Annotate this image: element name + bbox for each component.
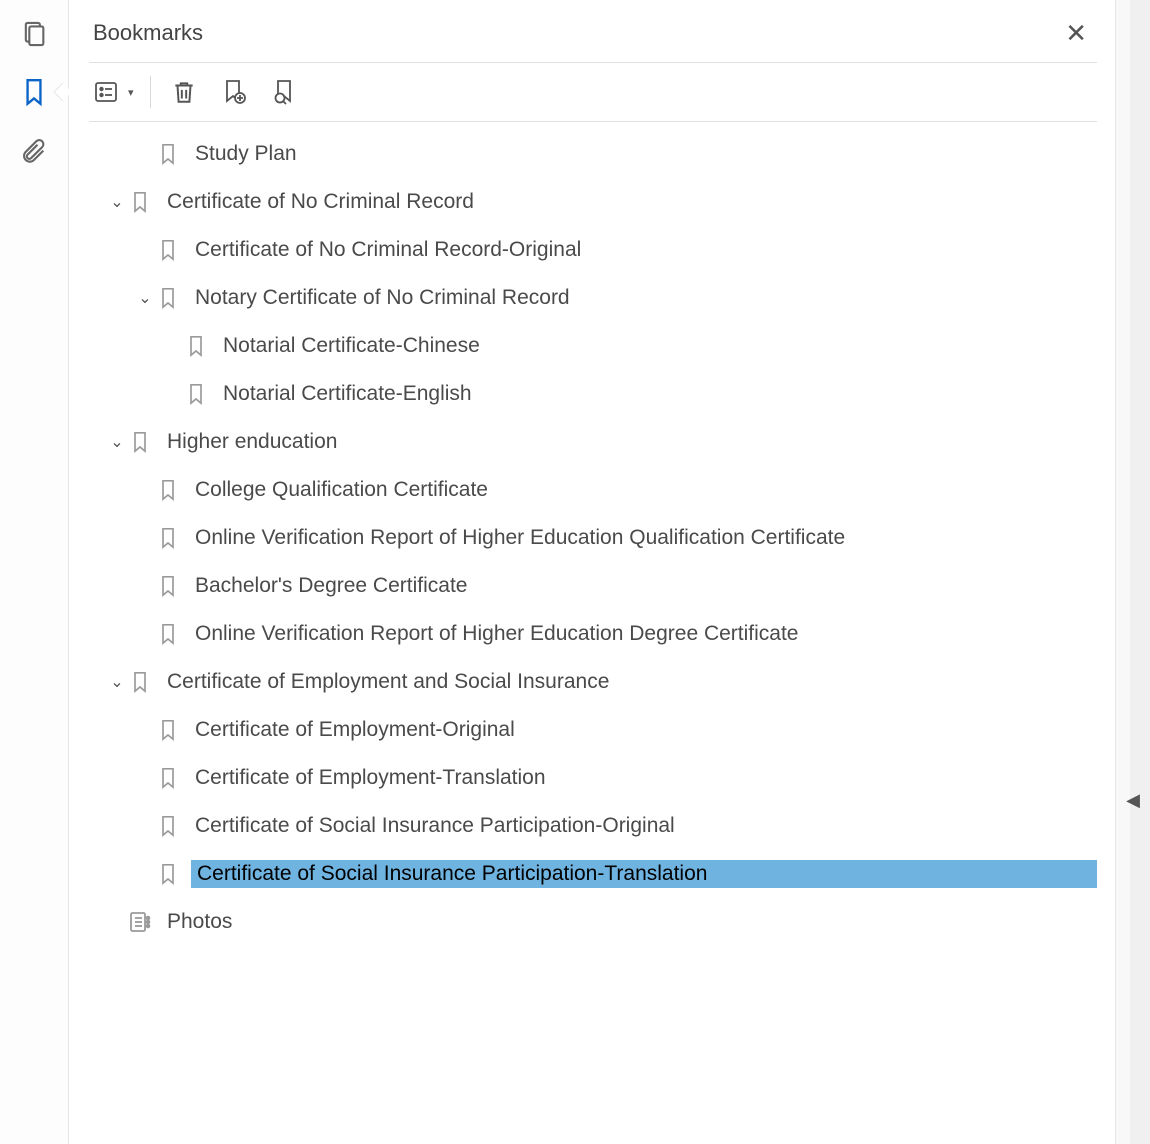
bookmark-label[interactable]: Certificate of Employment and Social Ins…	[163, 668, 613, 696]
panel-toolbar: ▾	[89, 63, 1097, 122]
bookmark-ribbon-icon	[183, 381, 209, 407]
bookmark-item[interactable]: Notarial Certificate-English	[89, 370, 1097, 418]
bookmark-label[interactable]: Certificate of Employment-Original	[191, 716, 519, 744]
side-tool-strip	[0, 0, 69, 1144]
bookmark-label[interactable]: Certificate of No Criminal Record-Origin…	[191, 236, 585, 264]
attachments-tool[interactable]	[18, 134, 50, 166]
bookmark-item[interactable]: Online Verification Report of Higher Edu…	[89, 514, 1097, 562]
right-gutter: ◀	[1115, 0, 1150, 1144]
bookmark-item[interactable]: Certificate of Employment-Translation	[89, 754, 1097, 802]
bookmark-label[interactable]: Notarial Certificate-Chinese	[219, 332, 484, 360]
bookmark-item[interactable]: Bachelor's Degree Certificate	[89, 562, 1097, 610]
expand-chevron-icon[interactable]: ⌄	[107, 192, 127, 212]
bookmark-label[interactable]: Study Plan	[191, 140, 301, 168]
bookmark-item[interactable]: Online Verification Report of Higher Edu…	[89, 610, 1097, 658]
bookmark-options-button[interactable]: ▾	[95, 75, 134, 109]
bookmark-item[interactable]: Photos	[89, 898, 1097, 946]
panel-header: Bookmarks ✕	[89, 14, 1097, 63]
expand-chevron-icon[interactable]: ⌄	[107, 672, 127, 692]
bookmark-label[interactable]: Certificate of Employment-Translation	[191, 764, 550, 792]
collapse-panel-button[interactable]: ◀	[1126, 790, 1140, 811]
bookmark-label[interactable]: Notarial Certificate-English	[219, 380, 476, 408]
expand-chevron-icon[interactable]: ⌄	[107, 432, 127, 452]
bookmark-ribbon-icon	[155, 285, 181, 311]
bookmark-ribbon-icon	[155, 717, 181, 743]
bookmark-ribbon-icon	[127, 429, 153, 455]
bookmark-item[interactable]: Certificate of Employment-Original	[89, 706, 1097, 754]
bookmark-item[interactable]: ⌄ Higher enducation	[89, 418, 1097, 466]
panel-title: Bookmarks	[93, 20, 203, 46]
bookmark-ribbon-icon	[127, 189, 153, 215]
bookmark-item[interactable]: Certificate of No Criminal Record-Origin…	[89, 226, 1097, 274]
bookmark-ribbon-icon	[155, 237, 181, 263]
bookmark-label[interactable]: Notary Certificate of No Criminal Record	[191, 284, 574, 312]
bookmark-ribbon-icon	[183, 333, 209, 359]
thumbnails-tool[interactable]	[18, 18, 50, 50]
bookmarks-tool[interactable]	[18, 76, 50, 108]
bookmark-label[interactable]: Certificate of Social Insurance Particip…	[191, 812, 679, 840]
structured-bookmark-icon	[127, 910, 153, 934]
bookmark-ribbon-icon	[155, 765, 181, 791]
bookmark-ribbon-icon	[155, 477, 181, 503]
bookmark-label[interactable]: Online Verification Report of Higher Edu…	[191, 524, 849, 552]
app-root: Bookmarks ✕ ▾	[0, 0, 1150, 1144]
bookmark-ribbon-icon	[155, 621, 181, 647]
bookmarks-panel: Bookmarks ✕ ▾	[69, 0, 1115, 1144]
bookmark-ribbon-icon	[155, 525, 181, 551]
toolbar-separator	[150, 76, 151, 108]
add-bookmark-button[interactable]	[217, 75, 251, 109]
bookmark-label[interactable]: College Qualification Certificate	[191, 476, 492, 504]
panel-close-button[interactable]: ✕	[1059, 20, 1093, 46]
bookmark-item[interactable]: Notarial Certificate-Chinese	[89, 322, 1097, 370]
scrollbar-track[interactable]	[1130, 0, 1150, 1144]
bookmark-ribbon-icon	[155, 861, 181, 887]
bookmark-item[interactable]: ⌄ Notary Certificate of No Criminal Reco…	[89, 274, 1097, 322]
bookmark-item[interactable]: Certificate of Social Insurance Particip…	[89, 850, 1097, 898]
bookmark-label[interactable]: Certificate of No Criminal Record	[163, 188, 478, 216]
bookmark-item[interactable]: Study Plan	[89, 130, 1097, 178]
find-bookmark-button[interactable]	[267, 75, 301, 109]
bookmark-label[interactable]: Bachelor's Degree Certificate	[191, 572, 471, 600]
bookmark-label[interactable]: Higher enducation	[163, 428, 341, 456]
bookmark-label[interactable]: Photos	[163, 908, 236, 936]
expand-chevron-icon[interactable]: ⌄	[135, 288, 155, 308]
bookmark-item[interactable]: ⌄ Certificate of Employment and Social I…	[89, 658, 1097, 706]
bookmark-item[interactable]: ⌄ Certificate of No Criminal Record	[89, 178, 1097, 226]
bookmark-ribbon-icon	[155, 813, 181, 839]
delete-bookmark-button[interactable]	[167, 75, 201, 109]
bookmark-item[interactable]: College Qualification Certificate	[89, 466, 1097, 514]
bookmark-item[interactable]: Certificate of Social Insurance Particip…	[89, 802, 1097, 850]
bookmark-ribbon-icon	[127, 669, 153, 695]
bookmark-ribbon-icon	[155, 141, 181, 167]
bookmarks-tree: Study Plan ⌄ Certificate of No Criminal R…	[89, 122, 1097, 946]
bookmark-ribbon-icon	[155, 573, 181, 599]
bookmark-label[interactable]: Online Verification Report of Higher Edu…	[191, 620, 802, 648]
bookmark-label[interactable]: Certificate of Social Insurance Particip…	[191, 860, 1097, 888]
